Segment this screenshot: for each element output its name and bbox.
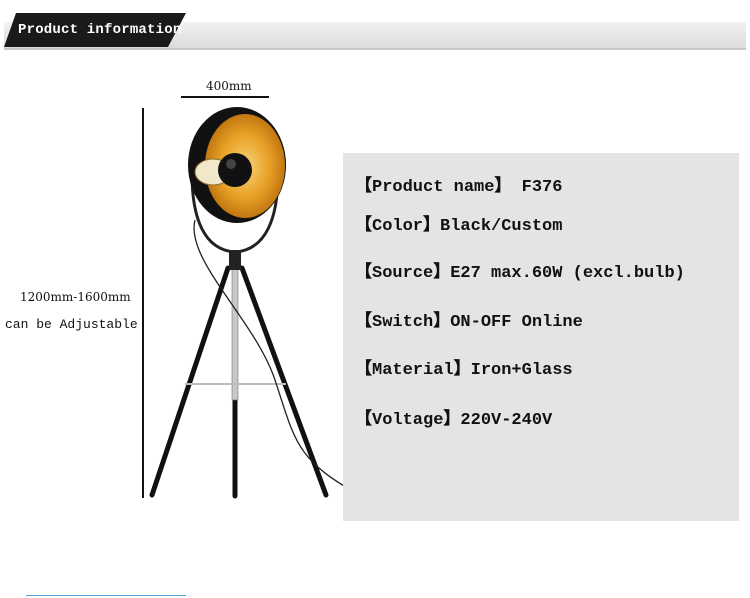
section-title: Product information xyxy=(18,22,182,38)
width-dimension-label: 400mm xyxy=(206,79,252,93)
spec-color: 【Color】Black/Custom xyxy=(355,217,563,236)
spec-voltage: 【Voltage】220V-240V xyxy=(355,411,553,430)
width-dimension-line xyxy=(181,96,269,98)
adjustable-label: can be Adjustable xyxy=(5,317,138,332)
bottom-divider-line xyxy=(26,595,186,596)
spec-switch: 【Switch】ON-OFF Online xyxy=(355,313,583,332)
tripod-floor-lamp-image xyxy=(149,107,361,499)
spec-source: 【Source】E27 max.60W (excl.bulb) xyxy=(355,264,685,283)
spec-material: 【Material】Iron+Glass xyxy=(355,361,573,380)
height-dimension-label: 1200mm-1600mm xyxy=(20,290,131,304)
height-dimension-line xyxy=(142,108,144,498)
product-spec-panel: 【Product name】 F376 【Color】Black/Custom … xyxy=(343,153,739,521)
spec-product-name: 【Product name】 F376 xyxy=(355,178,563,197)
tripod-legs xyxy=(149,265,329,499)
